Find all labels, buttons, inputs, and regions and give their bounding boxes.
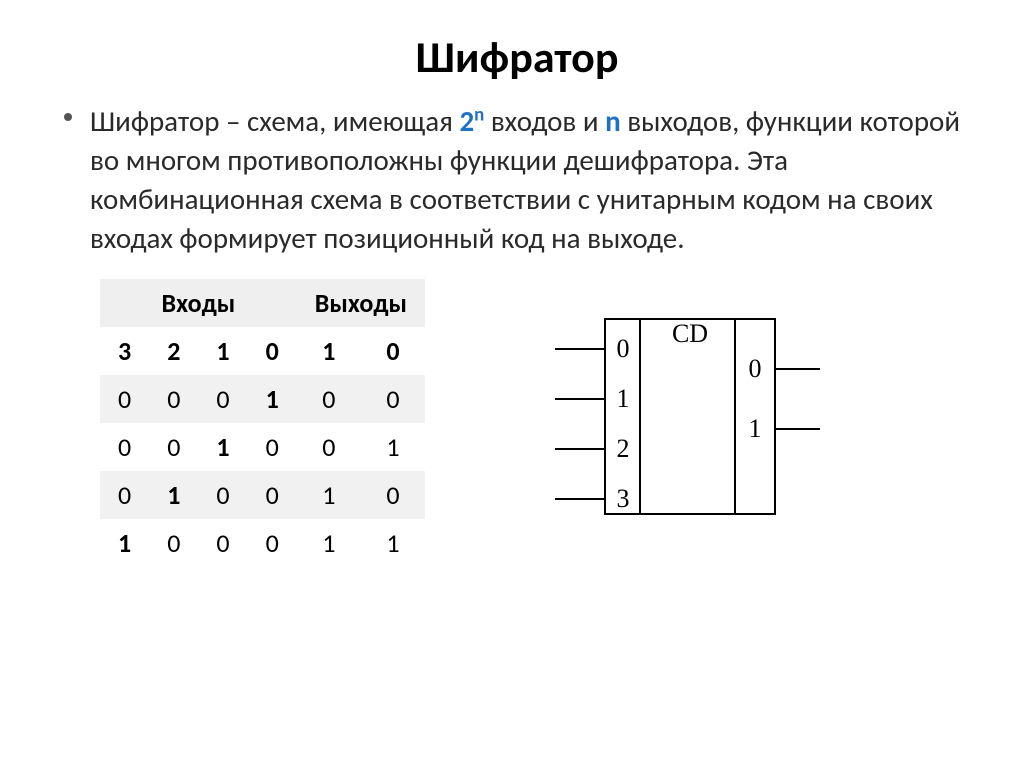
cell: 1	[297, 471, 361, 519]
para-prefix: Шифратор – схема, имеющая	[90, 103, 459, 139]
schematic-label: CD	[672, 319, 708, 348]
definition-paragraph: Шифратор – схема, имеющая 2n входов и n …	[60, 102, 974, 259]
cell: 0	[248, 471, 297, 519]
cell: 1	[248, 375, 297, 423]
cell: 0	[248, 519, 297, 567]
col-label: 3	[100, 327, 149, 375]
cell: 0	[297, 423, 361, 471]
cell: 0	[149, 423, 198, 471]
cell: 1	[361, 423, 425, 471]
cell: 0	[198, 375, 247, 423]
cell: 0	[100, 423, 149, 471]
col-label: 1	[297, 327, 361, 375]
col-label: 0	[248, 327, 297, 375]
cell: 1	[149, 471, 198, 519]
slide-title: Шифратор	[60, 30, 974, 84]
in-label: 1	[616, 384, 629, 413]
cell: 1	[361, 519, 425, 567]
cell: 0	[361, 471, 425, 519]
cell: 0	[100, 471, 149, 519]
cell: 0	[149, 519, 198, 567]
col-label: 2	[149, 327, 198, 375]
truth-table: Входы Выходы 3 2 1 0 1 0 0 0 0 1	[100, 279, 425, 567]
col-label: 0	[361, 327, 425, 375]
col-label: 1	[198, 327, 247, 375]
table-row: 0 1 0 0 1 0	[100, 471, 425, 519]
in-label: 0	[616, 334, 629, 363]
cell: 0	[149, 375, 198, 423]
out-label: 1	[748, 414, 761, 443]
in-label: 2	[616, 434, 629, 463]
para-mid: входов и	[484, 103, 605, 139]
header-outputs: Выходы	[297, 279, 425, 327]
cell: 0	[198, 519, 247, 567]
cell: 0	[198, 471, 247, 519]
cell: 0	[100, 375, 149, 423]
table-row: 0 0 1 0 0 1	[100, 423, 425, 471]
bullet-icon	[64, 113, 72, 121]
in-label: 3	[616, 484, 629, 513]
cell: 0	[361, 375, 425, 423]
table-row: 1 0 0 0 1 1	[100, 519, 425, 567]
cell: 0	[248, 423, 297, 471]
cell: 1	[198, 423, 247, 471]
cell: 1	[297, 519, 361, 567]
out-label: 0	[748, 354, 761, 383]
header-inputs: Входы	[100, 279, 297, 327]
two-sup: n	[474, 103, 484, 126]
n-out: n	[605, 103, 621, 139]
table-row: 0 0 0 1 0 0	[100, 375, 425, 423]
cell: 1	[100, 519, 149, 567]
encoder-schematic: CD 0 1 2 3 0 1	[545, 309, 825, 534]
column-labels-row: 3 2 1 0 1 0	[100, 327, 425, 375]
cell: 0	[297, 375, 361, 423]
two-base: 2	[459, 103, 474, 139]
